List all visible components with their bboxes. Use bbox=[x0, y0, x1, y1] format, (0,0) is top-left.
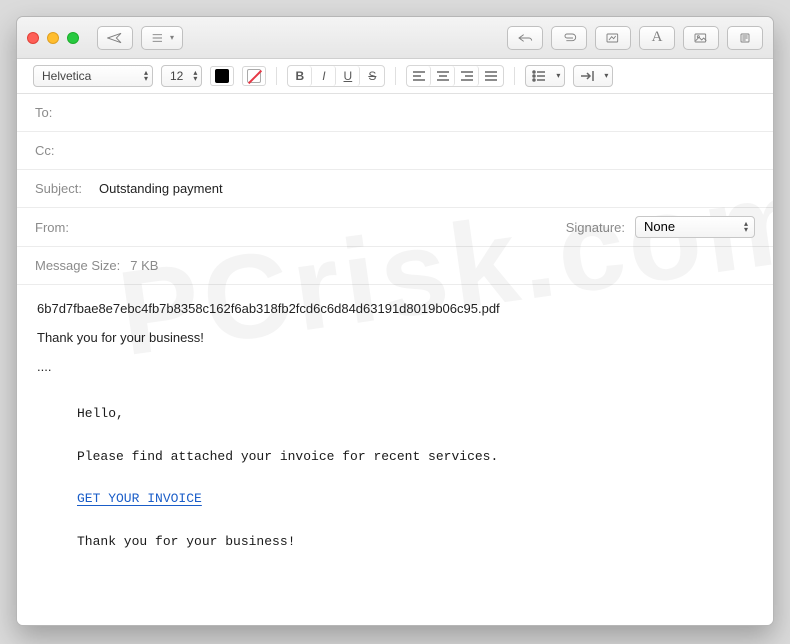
color-swatch-icon bbox=[215, 69, 229, 83]
photo-browser-button[interactable] bbox=[683, 26, 719, 50]
subject-row[interactable]: Subject: Outstanding payment bbox=[17, 170, 773, 208]
text-style-group: B I U S bbox=[287, 65, 385, 87]
message-size-row: Message Size: 7 KB bbox=[17, 247, 773, 285]
from-row: From: Signature: None ▴▾ bbox=[17, 208, 773, 247]
indent-select[interactable]: ▾ bbox=[573, 65, 613, 87]
italic-icon: I bbox=[322, 69, 325, 83]
format-button[interactable]: A bbox=[639, 26, 675, 50]
chevron-down-icon: ▾ bbox=[556, 73, 560, 79]
font-size-select[interactable]: 12 ▴▾ bbox=[161, 65, 202, 87]
subject-value: Outstanding payment bbox=[99, 181, 223, 196]
cc-row[interactable]: Cc: bbox=[17, 132, 773, 170]
updown-icon: ▴▾ bbox=[744, 221, 748, 233]
header-fields-button[interactable]: ▾ bbox=[141, 26, 183, 50]
body-thanks-line: Thank you for your business! bbox=[37, 330, 753, 345]
underline-button[interactable]: U bbox=[336, 66, 360, 86]
close-window-button[interactable] bbox=[27, 32, 39, 44]
quoted-block: Hello, Please find attached your invoice… bbox=[77, 402, 753, 555]
hello-line: Hello, bbox=[77, 402, 753, 427]
window-controls bbox=[27, 32, 79, 44]
align-right-icon bbox=[460, 70, 474, 82]
font-family-select[interactable]: Helvetica ▴▾ bbox=[33, 65, 153, 87]
letter-a-icon: A bbox=[652, 29, 663, 46]
signature-group: Signature: None ▴▾ bbox=[566, 216, 755, 238]
message-body[interactable]: 6b7d7fbae8e7ebc4fb7b8358c162f6ab318fb2fc… bbox=[17, 285, 773, 625]
chevron-down-icon: ▾ bbox=[170, 33, 174, 42]
separator bbox=[276, 67, 277, 85]
background-color-button[interactable] bbox=[242, 66, 266, 86]
attach-button[interactable] bbox=[551, 26, 587, 50]
font-size-value: 12 bbox=[170, 69, 183, 83]
format-bar: Helvetica ▴▾ 12 ▴▾ B I U S bbox=[17, 59, 773, 94]
list-icon bbox=[150, 31, 166, 45]
compose-window: PCrisk.com ▾ A bbox=[16, 16, 774, 626]
minimize-window-button[interactable] bbox=[47, 32, 59, 44]
document-icon bbox=[737, 31, 753, 45]
align-justify-button[interactable] bbox=[479, 66, 503, 86]
paperclip-icon bbox=[561, 31, 577, 45]
text-align-group bbox=[406, 65, 504, 87]
attach-line: Please find attached your invoice for re… bbox=[77, 445, 753, 470]
align-center-icon bbox=[436, 70, 450, 82]
signature-label: Signature: bbox=[566, 220, 625, 235]
to-label: To: bbox=[35, 105, 89, 120]
show-stationery-button[interactable] bbox=[727, 26, 763, 50]
align-left-button[interactable] bbox=[407, 66, 431, 86]
no-color-icon bbox=[247, 69, 261, 83]
reply-button[interactable] bbox=[507, 26, 543, 50]
text-color-button[interactable] bbox=[210, 66, 234, 86]
bold-icon: B bbox=[296, 69, 305, 83]
picture-frame-icon bbox=[605, 31, 621, 45]
to-row[interactable]: To: bbox=[17, 94, 773, 132]
list-style-select[interactable]: ▾ bbox=[525, 65, 565, 87]
strikethrough-button[interactable]: S bbox=[360, 66, 384, 86]
body-ellipsis: .... bbox=[37, 359, 753, 374]
bullet-list-icon bbox=[532, 70, 546, 82]
separator bbox=[395, 67, 396, 85]
title-bar: ▾ A bbox=[17, 17, 773, 59]
underline-icon: U bbox=[344, 69, 353, 83]
signature-value: None bbox=[644, 219, 675, 234]
from-label: From: bbox=[35, 220, 89, 235]
cc-label: Cc: bbox=[35, 143, 89, 158]
bold-button[interactable]: B bbox=[288, 66, 312, 86]
image-icon bbox=[693, 31, 709, 45]
invoice-link[interactable]: GET YOUR INVOICE bbox=[77, 491, 202, 506]
zoom-window-button[interactable] bbox=[67, 32, 79, 44]
align-left-icon bbox=[412, 70, 426, 82]
reply-arrow-icon bbox=[517, 31, 533, 45]
paper-plane-icon bbox=[107, 31, 123, 45]
include-original-button[interactable] bbox=[595, 26, 631, 50]
align-justify-icon bbox=[484, 70, 498, 82]
thanks-line: Thank you for your business! bbox=[77, 530, 753, 555]
subject-label: Subject: bbox=[35, 181, 89, 196]
message-headers: To: Cc: Subject: Outstanding payment Fro… bbox=[17, 94, 773, 285]
align-right-button[interactable] bbox=[455, 66, 479, 86]
separator bbox=[514, 67, 515, 85]
signature-select[interactable]: None ▴▾ bbox=[635, 216, 755, 238]
align-center-button[interactable] bbox=[431, 66, 455, 86]
chevron-down-icon: ▾ bbox=[604, 73, 608, 79]
font-family-value: Helvetica bbox=[42, 69, 91, 83]
body-attachment-line: 6b7d7fbae8e7ebc4fb7b8358c162f6ab318fb2fc… bbox=[37, 301, 753, 316]
updown-icon: ▴▾ bbox=[144, 70, 148, 82]
indent-icon bbox=[580, 70, 594, 82]
updown-icon: ▴▾ bbox=[193, 70, 197, 82]
send-button[interactable] bbox=[97, 26, 133, 50]
italic-button[interactable]: I bbox=[312, 66, 336, 86]
message-size-label: Message Size: bbox=[35, 258, 120, 273]
message-size-value: 7 KB bbox=[130, 258, 158, 273]
strikethrough-icon: S bbox=[368, 69, 376, 83]
